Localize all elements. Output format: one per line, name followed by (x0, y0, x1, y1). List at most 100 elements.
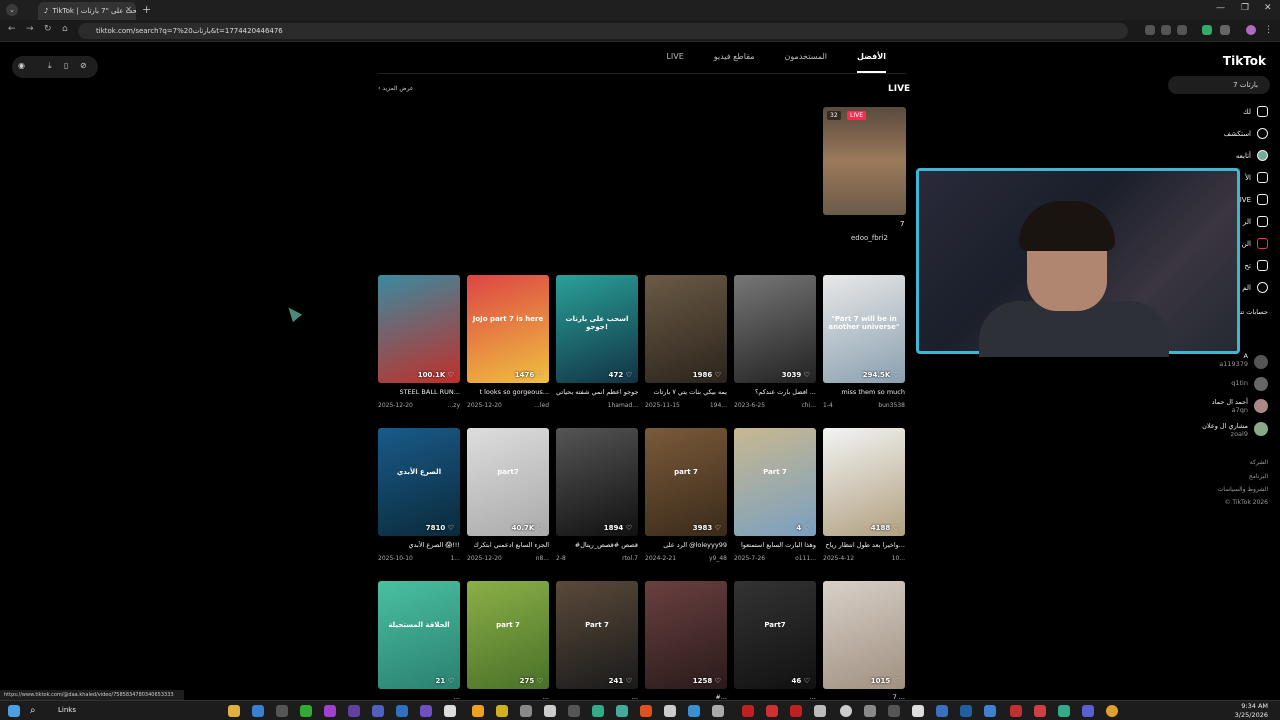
video-card[interactable]: Part7 46 ♡ (734, 581, 816, 689)
video-description[interactable]: افضل بارت عندكم؟ ... (734, 388, 816, 396)
suggested-account[interactable]: q1tin (1231, 379, 1248, 387)
video-author[interactable]: o111... (795, 555, 816, 562)
video-author[interactable]: ...zy (448, 402, 460, 409)
play-icon[interactable]: ◉ (18, 61, 25, 70)
app-icon[interactable] (420, 705, 432, 717)
sidebar-item-live[interactable]: LIVE (1236, 194, 1268, 205)
app-icon[interactable] (688, 705, 700, 717)
video-description[interactable]: #قصص #قصص_ريتال (556, 541, 638, 549)
sidebar-item-friends[interactable]: الأ (1245, 172, 1268, 183)
app-icon[interactable] (444, 705, 456, 717)
video-card[interactable]: 1015 ♡ (823, 581, 905, 689)
sidebar-item-foryou[interactable]: لك (1243, 106, 1268, 117)
app-icon[interactable] (472, 705, 484, 717)
avatar[interactable] (1254, 422, 1268, 436)
app-icon[interactable] (912, 705, 924, 717)
app-icon[interactable] (396, 705, 408, 717)
video-description[interactable]: STEEL BALL RUN... (378, 388, 460, 396)
video-card[interactable]: part7 40.7K ♡ (467, 428, 549, 536)
sidebar-item-profile[interactable]: الم (1242, 282, 1268, 293)
windows-start-icon[interactable] (8, 705, 20, 717)
video-card[interactable]: 4188 ♡ (823, 428, 905, 536)
minimize-icon[interactable]: — (1216, 3, 1225, 13)
app-icon[interactable] (372, 705, 384, 717)
app-icon[interactable] (616, 705, 628, 717)
video-author[interactable]: 194... (710, 402, 727, 409)
video-card[interactable]: JoJo part 7 is here 1476 ♡ (467, 275, 549, 383)
app-icon[interactable] (544, 705, 556, 717)
video-author[interactable]: n8... (536, 555, 549, 562)
tab-users[interactable]: المستخدمون (785, 52, 828, 73)
tab-live[interactable]: LIVE (666, 52, 683, 73)
video-card[interactable]: "Part 7 will be in another universe" 294.… (823, 275, 905, 383)
app-icon[interactable] (252, 705, 264, 717)
system-clock[interactable]: 9:34 AM 3/25/2026 (1235, 702, 1268, 720)
video-description[interactable]: الصرع الأبدي 😱!!! (378, 541, 460, 549)
footer-program[interactable]: البرنامج (1249, 473, 1268, 480)
bookmark-star-icon[interactable] (1177, 25, 1187, 35)
app-icon[interactable] (520, 705, 532, 717)
taskbar-search-label[interactable]: Links (58, 706, 76, 714)
back-icon[interactable]: ← (8, 24, 16, 34)
url-input[interactable]: tiktok.com/search?q=7%20بارتات&t=1774420… (78, 23, 1128, 39)
suggested-account[interactable]: Aa119379 (1219, 352, 1248, 368)
video-card[interactable]: 100.1K ♡ (378, 275, 460, 383)
xbox-icon[interactable] (300, 705, 312, 717)
app-icon[interactable] (814, 705, 826, 717)
live-card[interactable]: 32 LIVE (823, 107, 906, 215)
phone-icon[interactable]: ▯ (64, 61, 68, 70)
video-author[interactable]: bun3538 (878, 402, 905, 409)
app-icon[interactable] (568, 705, 580, 717)
floating-player[interactable]: ◉ ⤓ ▯ ⊘ (12, 56, 98, 78)
sidebar-item-upload[interactable]: تح (1245, 260, 1268, 271)
tab-videos[interactable]: مقاطع فيديو (714, 52, 755, 73)
avatar[interactable] (1254, 399, 1268, 413)
sidebar-item-following[interactable]: أتابعه (1236, 150, 1268, 161)
app-icon[interactable] (712, 705, 724, 717)
home-icon[interactable]: ⌂ (62, 24, 68, 34)
app-icon[interactable] (984, 705, 996, 717)
profile-avatar-icon[interactable] (1246, 25, 1256, 35)
video-card[interactable]: 3039 ♡ (734, 275, 816, 383)
video-description[interactable]: الرد على @loleyyy99 (645, 541, 727, 549)
video-card[interactable]: Part 7 241 ♡ (556, 581, 638, 689)
video-card[interactable]: 1986 ♡ (645, 275, 727, 383)
tab-search-icon[interactable]: ⌄ (6, 4, 18, 16)
video-author[interactable]: y9_48 (709, 555, 727, 562)
puzzle-icon[interactable] (1220, 25, 1230, 35)
close-window-icon[interactable]: ✕ (1264, 3, 1272, 13)
translate-icon[interactable] (1145, 25, 1155, 35)
video-description[interactable]: miss them so much (823, 388, 905, 396)
video-author[interactable]: 1... (450, 555, 460, 562)
video-description[interactable]: يمه بيكي بنات يتي ٧ بارتات (645, 388, 727, 396)
forward-icon[interactable]: → (26, 24, 34, 34)
video-card[interactable]: الصرع الأبدي 7810 ♡ (378, 428, 460, 536)
reload-icon[interactable]: ↻ (44, 24, 52, 34)
video-card[interactable]: اسحب على بارتات جوجو! 472 ♡ (556, 275, 638, 383)
video-author[interactable]: ...led (534, 402, 549, 409)
app-icon[interactable] (592, 705, 604, 717)
app-icon[interactable] (936, 705, 948, 717)
search-input[interactable]: 7 بارتات (1168, 76, 1270, 94)
app-icon[interactable] (1010, 705, 1022, 717)
app-icon[interactable] (960, 705, 972, 717)
sidebar-item-messages[interactable]: الر (1243, 216, 1268, 227)
app-icon[interactable] (276, 705, 288, 717)
app-icon[interactable] (324, 705, 336, 717)
discord-icon[interactable] (1082, 705, 1094, 717)
download-icon[interactable]: ⤓ (48, 61, 52, 71)
video-card[interactable]: Part 7 4 ♡ (734, 428, 816, 536)
maximize-icon[interactable]: ❐ (1241, 3, 1249, 13)
video-description[interactable]: وهذا البارت السابع استمتعوا (734, 541, 816, 549)
live-username[interactable]: edoo_fbri2 (851, 234, 888, 242)
app-icon[interactable] (840, 705, 852, 717)
settings-icon[interactable]: ⊘ (80, 61, 87, 70)
app-icon[interactable] (864, 705, 876, 717)
tiktok-logo[interactable]: TikTok (1223, 54, 1266, 68)
app-icon[interactable] (664, 705, 676, 717)
file-explorer-icon[interactable] (228, 705, 240, 717)
sidebar-item-inbox[interactable]: الن (1242, 238, 1268, 249)
avatar[interactable] (1254, 377, 1268, 391)
video-author[interactable]: chi... (802, 402, 817, 409)
video-description[interactable]: الجزء السابع ادعمني ابتكرك (467, 541, 549, 549)
